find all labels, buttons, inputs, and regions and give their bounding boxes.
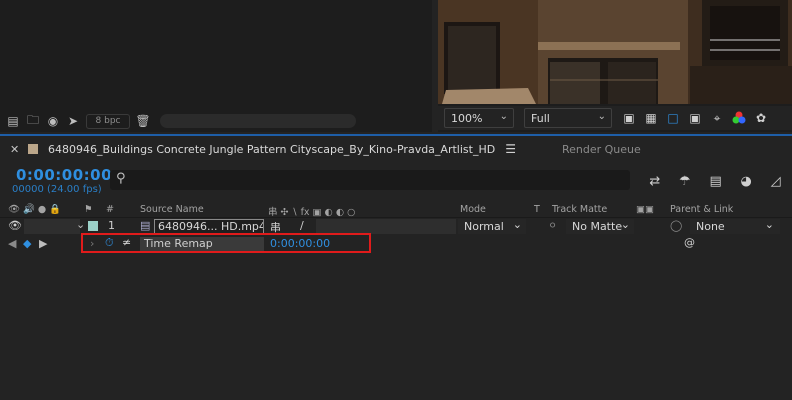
composition-icon[interactable]: ◉ [44, 113, 62, 129]
timeline-tools: ⇄ ☂ ▤ ◕ ◿ [640, 170, 790, 192]
timeline-tab-bar: ✕ 6480946_Buildings Concrete Jungle Patt… [0, 136, 792, 162]
chevron-down-icon: ⌄ [764, 218, 774, 231]
comp-color-swatch [28, 144, 38, 154]
eye-icon[interactable]: 👁 [8, 219, 22, 232]
column-mode[interactable]: Mode [460, 204, 486, 215]
composition-flowchart-icon[interactable]: ⇄ [649, 174, 660, 189]
channel-icon[interactable] [728, 108, 750, 128]
blend-mode-value: Normal [464, 220, 504, 233]
column-parent-link[interactable]: Parent & Link [670, 204, 733, 215]
layer-column-header: 👁 🔊 ● 🔒 ⚑ # Source Name 串 ✣ ∖ fx ▣ ◐ ◐ ○… [0, 202, 792, 218]
shy-layers-icon[interactable]: ☂ [679, 174, 691, 189]
chevron-down-icon: ⌄ [499, 111, 508, 122]
frame-blending-icon[interactable]: ▤ [709, 174, 721, 189]
transparency-grid-icon[interactable]: ▦ [640, 108, 662, 128]
layer-label-color[interactable] [88, 221, 98, 231]
parent-pickwhip-icon[interactable]: ◯ [670, 219, 682, 232]
parent-value: None [696, 220, 725, 233]
next-keyframe-icon[interactable]: ▶ [39, 237, 47, 250]
project-panel: ▤ 🗀 ◉ ➤ 8 bpc 🗑 [0, 0, 432, 132]
composition-viewer: 100% ⌄ Full ⌄ ▣ ▦ □ ▣ ⌖ ✿ [438, 0, 792, 132]
prev-keyframe-icon[interactable]: ◀ [8, 237, 16, 250]
search-icon: ⚲ [116, 171, 126, 186]
footage-icon: ▤ [140, 219, 151, 232]
layer-row[interactable]: 👁 ⌄ 1 ▤ 6480946... HD.mp4 串 ∕ Normal ⌄ ⚪… [0, 218, 792, 234]
mask-visibility-icon[interactable]: ▣ [684, 108, 706, 128]
flowchart-icon[interactable]: ➤ [64, 113, 82, 129]
switches-icons: 串 ✣ ∖ fx ▣ ◐ ◐ ○ [268, 207, 356, 218]
quality-switch-icon[interactable]: ∕ [300, 219, 304, 232]
tab-menu-icon[interactable]: ☰ [505, 142, 516, 156]
layer-search-input[interactable]: ⚲ [110, 170, 630, 190]
track-matte-dropdown[interactable]: No Matte ⌄ [566, 218, 634, 234]
layer-switch-cells[interactable] [24, 219, 80, 234]
project-scrollbar[interactable] [160, 114, 356, 128]
column-t: T [534, 204, 540, 215]
expression-pickwhip-icon[interactable]: @ [684, 236, 695, 249]
snapshot-icon[interactable]: ▣ [618, 108, 640, 128]
building-footage [438, 0, 792, 104]
current-time-display[interactable]: 0:00:00:00 [16, 166, 112, 184]
layer-switch-area[interactable] [316, 219, 456, 234]
parent-dropdown[interactable]: None ⌄ [690, 218, 780, 234]
blend-mode-dropdown[interactable]: Normal ⌄ [458, 218, 526, 234]
zoom-value: 100% [451, 111, 483, 125]
viewer-frame-image[interactable] [438, 0, 792, 104]
exposure-reset-icon[interactable]: ✿ [750, 108, 772, 128]
time-remap-property-row[interactable]: ◀ ◆ ▶ › ⏱ ≄ Time Remap 0:00:00:00 @ [0, 233, 792, 253]
safe-margins-icon[interactable]: ⌖ [706, 108, 728, 128]
trash-icon[interactable]: 🗑 [134, 113, 152, 129]
bit-depth-button[interactable]: 8 bpc [86, 113, 130, 129]
frame-count-display: 00000 (24.00 fps) [12, 184, 102, 195]
chevron-down-icon: ⌄ [512, 218, 522, 231]
motion-blur-icon[interactable]: ◕ [740, 174, 751, 189]
column-track-matte[interactable]: Track Matte [552, 204, 607, 215]
column-hash: # [106, 204, 114, 215]
chevron-down-icon: ⌄ [620, 218, 630, 231]
timecode-area: 0:00:00:00 00000 (24.00 fps) [0, 166, 112, 200]
column-source-name[interactable]: Source Name [140, 204, 204, 215]
matte-switches-icons: ▣▣ [636, 204, 654, 215]
matte-pickwhip-icon[interactable]: ⚪ [548, 219, 557, 232]
av-switches-icons: 👁 🔊 ● 🔒 [8, 204, 62, 215]
timeline-panel: ✕ 6480946_Buildings Concrete Jungle Patt… [0, 134, 792, 400]
viewer-toolbar: 100% ⌄ Full ⌄ ▣ ▦ □ ▣ ⌖ ✿ [438, 106, 792, 130]
highlight-box [81, 233, 371, 253]
resolution-dropdown[interactable]: Full ⌄ [524, 108, 612, 128]
layer-number: 1 [108, 219, 115, 232]
zoom-dropdown[interactable]: 100% ⌄ [444, 108, 514, 128]
graph-editor-icon[interactable]: ◿ [771, 174, 781, 189]
layer-source-name[interactable]: 6480946... HD.mp4 [154, 219, 264, 234]
interpret-footage-icon[interactable]: ▤ [4, 113, 22, 129]
region-of-interest-icon[interactable]: □ [662, 108, 684, 128]
chevron-down-icon: ⌄ [597, 111, 606, 122]
comp-tab-title[interactable]: 6480946_Buildings Concrete Jungle Patter… [48, 143, 495, 156]
resolution-value: Full [531, 111, 550, 125]
twirl-down-icon[interactable]: ⌄ [76, 218, 85, 231]
close-icon[interactable]: ✕ [10, 143, 22, 156]
project-footer: ▤ 🗀 ◉ ➤ 8 bpc 🗑 [0, 110, 432, 132]
folder-icon[interactable]: 🗀 [24, 113, 42, 129]
render-queue-tab[interactable]: Render Queue [562, 143, 641, 156]
track-matte-value: No Matte [572, 220, 623, 233]
label-tag-icon[interactable]: ⚑ [84, 204, 93, 215]
keyframe-diamond-icon[interactable]: ◆ [23, 237, 31, 250]
